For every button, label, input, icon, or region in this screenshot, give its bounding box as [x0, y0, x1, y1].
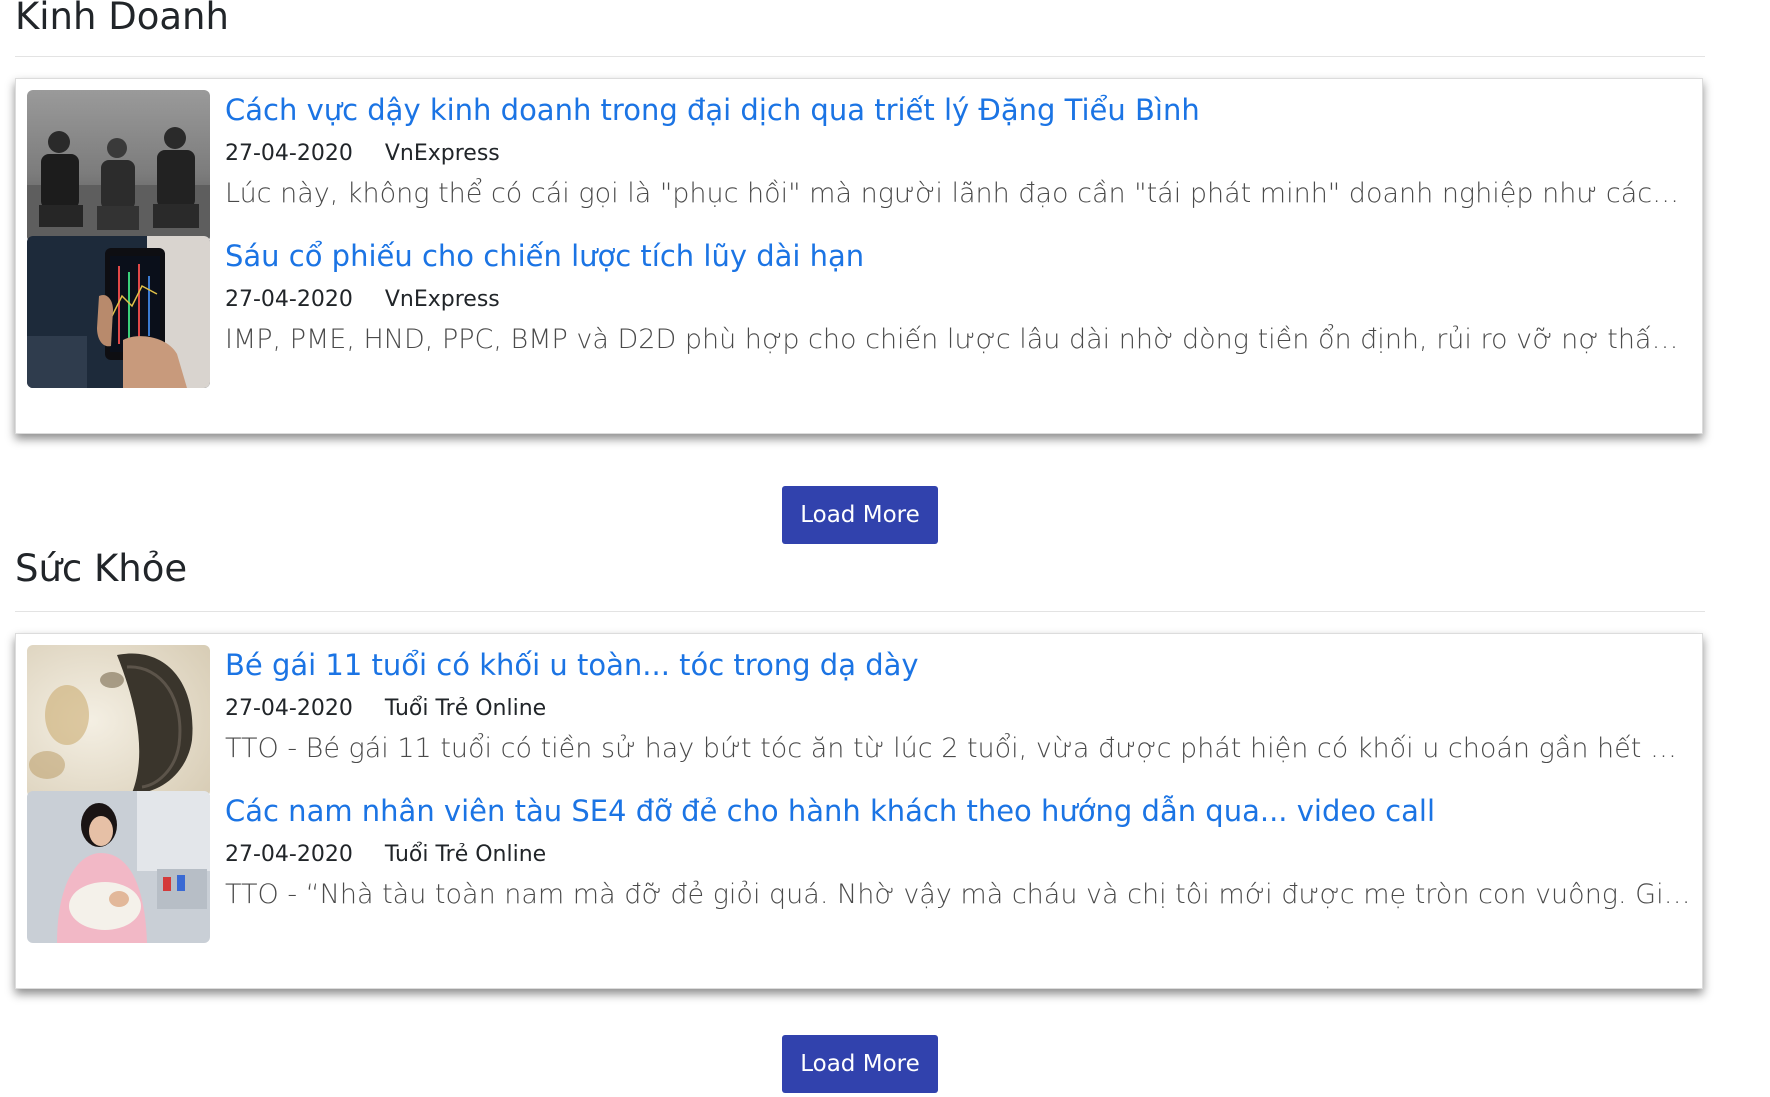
article-date: 27-04-2020: [225, 696, 353, 721]
load-more-button[interactable]: Load More: [782, 1035, 938, 1093]
news-card: Bé gái 11 tuổi có khối u toàn... tóc tro…: [15, 633, 1703, 989]
article-meta: 27-04-2020 VnExpress: [225, 138, 1693, 170]
section-title: Kinh Doanh: [15, 0, 229, 38]
article-title-link[interactable]: Các nam nhân viên tàu SE4 đỡ đẻ cho hành…: [225, 791, 1693, 831]
article-description: TTO - Bé gái 11 tuổi có tiền sử hay bứt …: [225, 733, 1693, 764]
article-thumbnail[interactable]: [27, 236, 210, 388]
article-source: VnExpress: [384, 141, 500, 166]
article-source: VnExpress: [384, 287, 500, 312]
news-page: Kinh Doanh Cách vực dậy kinh doanh trong…: [0, 0, 1770, 1097]
list-item: Bé gái 11 tuổi có khối u toàn... tóc tro…: [27, 645, 1693, 797]
news-card: Cách vực dậy kinh doanh trong đại dịch q…: [15, 78, 1703, 434]
article-thumbnail[interactable]: [27, 90, 210, 242]
article-thumbnail[interactable]: [27, 645, 210, 797]
section-title: Sức Khỏe: [15, 547, 188, 590]
section-kinh-doanh: Kinh Doanh Cách vực dậy kinh doanh trong…: [15, 0, 1705, 480]
article-body: Sáu cổ phiếu cho chiến lược tích lũy dài…: [225, 236, 1693, 359]
article-meta: 27-04-2020 Tuổi Trẻ Online: [225, 693, 1693, 725]
article-meta: 27-04-2020 VnExpress: [225, 284, 1693, 316]
load-more-button[interactable]: Load More: [782, 486, 938, 544]
mother-newborn-image: [27, 791, 210, 943]
list-item: Các nam nhân viên tàu SE4 đỡ đẻ cho hành…: [27, 791, 1693, 943]
article-date: 27-04-2020: [225, 842, 353, 867]
article-thumbnail[interactable]: [27, 791, 210, 943]
article-date: 27-04-2020: [225, 141, 353, 166]
article-description: IMP, PME, HND, PPC, BMP và D2D phù hợp c…: [225, 324, 1693, 355]
phone-stock-chart-image: [27, 236, 210, 388]
photo-three-men-image: [27, 90, 210, 242]
section-divider: [15, 611, 1705, 612]
article-source: Tuổi Trẻ Online: [384, 696, 547, 721]
article-title-link[interactable]: Sáu cổ phiếu cho chiến lược tích lũy dài…: [225, 236, 1693, 276]
article-meta: 27-04-2020 Tuổi Trẻ Online: [225, 839, 1693, 871]
article-description: TTO - “Nhà tàu toàn nam mà đỡ đẻ giỏi qu…: [225, 879, 1693, 910]
hair-mass-image: [27, 645, 210, 797]
article-source: Tuổi Trẻ Online: [384, 842, 547, 867]
article-date: 27-04-2020: [225, 287, 353, 312]
section-suc-khoe: Sức Khỏe Bé gái 11 tuổi có khối u toàn..…: [15, 547, 1705, 1027]
article-body: Các nam nhân viên tàu SE4 đỡ đẻ cho hành…: [225, 791, 1693, 914]
article-title-link[interactable]: Bé gái 11 tuổi có khối u toàn... tóc tro…: [225, 645, 1693, 685]
list-item: Sáu cổ phiếu cho chiến lược tích lũy dài…: [27, 236, 1693, 388]
list-item: Cách vực dậy kinh doanh trong đại dịch q…: [27, 90, 1693, 242]
article-description: Lúc này, không thể có cái gọi là "phục h…: [225, 178, 1693, 209]
section-divider: [15, 56, 1705, 57]
article-body: Cách vực dậy kinh doanh trong đại dịch q…: [225, 90, 1693, 213]
article-title-link[interactable]: Cách vực dậy kinh doanh trong đại dịch q…: [225, 90, 1693, 130]
article-body: Bé gái 11 tuổi có khối u toàn... tóc tro…: [225, 645, 1693, 768]
